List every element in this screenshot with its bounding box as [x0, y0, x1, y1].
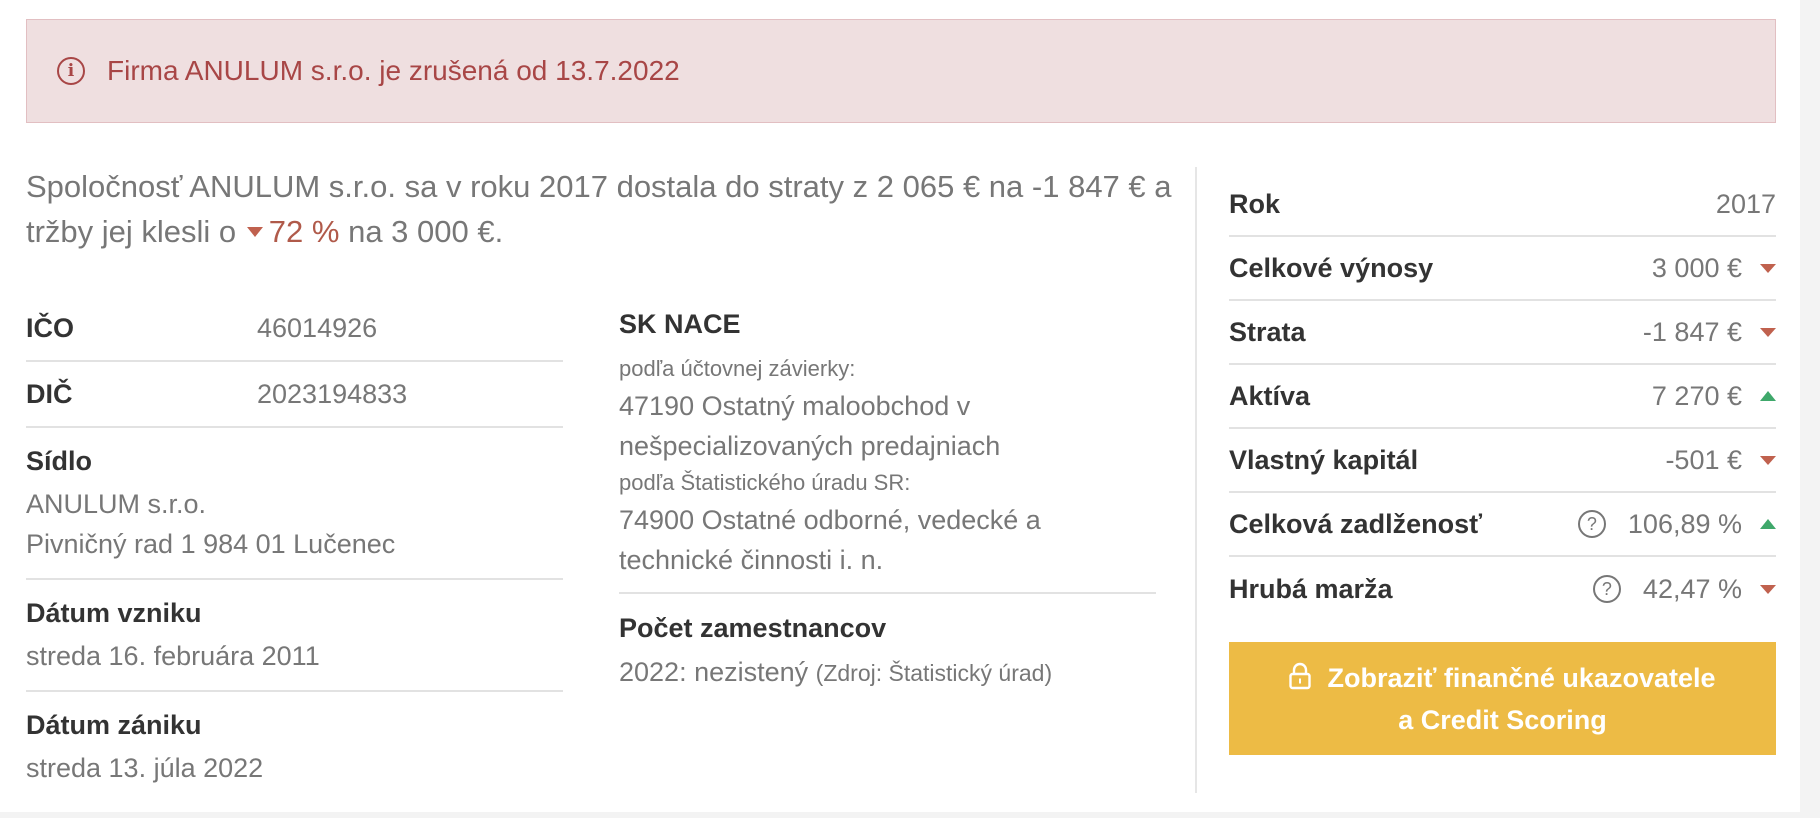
stat-label: Celkové výnosy	[1229, 252, 1434, 283]
cta-line-1: Zobraziť finančné ukazovatele	[1289, 657, 1716, 699]
summary-text: Spoločnosť ANULUM s.r.o. sa v roku 2017 …	[26, 164, 1176, 254]
summary-part2: na 3 000 €.	[339, 214, 504, 249]
zanik-block: Dátum zániku streda 13. júla 2022	[26, 692, 563, 802]
trend-up-icon	[1760, 391, 1776, 401]
vznik-block: Dátum vzniku streda 16. februára 2011	[26, 580, 563, 692]
lock-icon	[1289, 663, 1312, 690]
alert-text: Firma ANULUM s.r.o. je zrušená od 13.7.2…	[107, 55, 680, 86]
dic-label: DIČ	[26, 378, 73, 409]
financial-stats: Rok 2017 Celkové výnosy 3 000 € Strata -…	[1229, 173, 1776, 621]
employees-block: Počet zamestnancov 2022: nezistený (Zdro…	[619, 608, 1156, 693]
arrow-down-icon	[246, 226, 263, 237]
cta-text-1: Zobraziť finančné ukazovatele	[1327, 662, 1716, 693]
employees-label: Počet zamestnancov	[619, 613, 887, 643]
sidlo-address: Pivničný rad 1 984 01 Lučenec	[26, 529, 396, 559]
company-card: i Firma ANULUM s.r.o. je zrušená od 13.7…	[0, 0, 1800, 812]
stat-row-kapital: Vlastný kapitál -501 €	[1229, 429, 1776, 493]
nace-value-accounting: 47190 Ostatný maloobchod v nešpecializov…	[619, 391, 1001, 461]
help-icon[interactable]: ?	[1577, 510, 1606, 538]
sidlo-block: Sídlo ANULUM s.r.o. Pivničný rad 1 984 0…	[26, 428, 563, 580]
nace-sub-statistics: podľa Štatistického úradu SR:	[619, 470, 911, 495]
stat-label: Strata	[1229, 316, 1306, 347]
stat-value: 42,47 %	[1642, 573, 1742, 604]
column-divider	[1195, 167, 1197, 793]
trend-down-icon	[1760, 584, 1776, 594]
company-info: IČO 46014926 DIČ 2023194833 Sídlo ANULUM…	[26, 296, 563, 802]
show-financials-button[interactable]: Zobraziť finančné ukazovatele a Credit S…	[1229, 642, 1776, 755]
vznik-value: streda 16. februára 2011	[26, 641, 320, 671]
nace-info: SK NACE podľa účtovnej závierky: 47190 O…	[619, 296, 1156, 693]
vznik-label: Dátum vzniku	[26, 598, 202, 628]
trend-down-icon	[1760, 263, 1776, 273]
nace-sub-accounting: podľa účtovnej závierky:	[619, 356, 856, 381]
stat-value: -1 847 €	[1642, 316, 1742, 347]
info-icon: i	[57, 57, 85, 85]
stat-label: Vlastný kapitál	[1229, 444, 1419, 475]
zanik-value: streda 13. júla 2022	[26, 753, 264, 783]
nace-label: SK NACE	[619, 309, 741, 339]
dic-row: DIČ 2023194833	[26, 362, 563, 428]
revenue-drop-value: 72 %	[268, 214, 340, 249]
dic-value: 2023194833	[257, 378, 408, 409]
stat-value: 7 270 €	[1651, 380, 1742, 411]
stat-label: Aktíva	[1229, 380, 1311, 411]
stat-row-vynosy: Celkové výnosy 3 000 €	[1229, 237, 1776, 301]
summary-part1: Spoločnosť ANULUM s.r.o. sa v roku 2017 …	[26, 169, 1172, 249]
revenue-drop: 72 %	[245, 214, 340, 249]
stat-row-zadlzenost: Celková zadlženosť ? 106,89 %	[1229, 493, 1776, 557]
zanik-label: Dátum zániku	[26, 710, 202, 740]
employees-row: 2022: nezistený (Zdroj: Štatistický úrad…	[619, 652, 1156, 693]
employees-value: 2022: nezistený	[619, 657, 809, 687]
stat-value: 3 000 €	[1651, 252, 1742, 283]
employees-source: (Zdroj: Štatistický úrad)	[815, 660, 1053, 686]
stat-label: Rok	[1229, 188, 1281, 219]
stat-row-aktiva: Aktíva 7 270 €	[1229, 365, 1776, 429]
trend-down-icon	[1760, 455, 1776, 465]
stat-label: Hrubá marža	[1229, 573, 1393, 604]
stat-value: -501 €	[1665, 444, 1742, 475]
stat-label: Celková zadlženosť	[1229, 508, 1483, 539]
dissolved-alert: i Firma ANULUM s.r.o. je zrušená od 13.7…	[26, 19, 1776, 123]
stat-row-strata: Strata -1 847 €	[1229, 301, 1776, 365]
trend-down-icon	[1760, 327, 1776, 337]
help-icon[interactable]: ?	[1592, 575, 1621, 603]
ico-label: IČO	[26, 312, 75, 343]
nace-block: SK NACE podľa účtovnej závierky: 47190 O…	[619, 304, 1156, 594]
trend-up-icon	[1760, 519, 1776, 529]
ico-value: 46014926	[257, 312, 378, 343]
ico-row: IČO 46014926	[26, 296, 563, 362]
sidlo-label: Sídlo	[26, 446, 92, 476]
stat-value: 106,89 %	[1627, 508, 1742, 539]
nace-value-statistics: 74900 Ostatné odborné, vedecké a technic…	[619, 505, 1041, 575]
sidlo-name: ANULUM s.r.o.	[26, 489, 207, 519]
stat-value: 2017	[1715, 188, 1776, 219]
stat-row-rok: Rok 2017	[1229, 173, 1776, 237]
cta-text-2: a Credit Scoring	[1398, 704, 1607, 735]
stat-row-marza: Hrubá marža ? 42,47 %	[1229, 557, 1776, 621]
